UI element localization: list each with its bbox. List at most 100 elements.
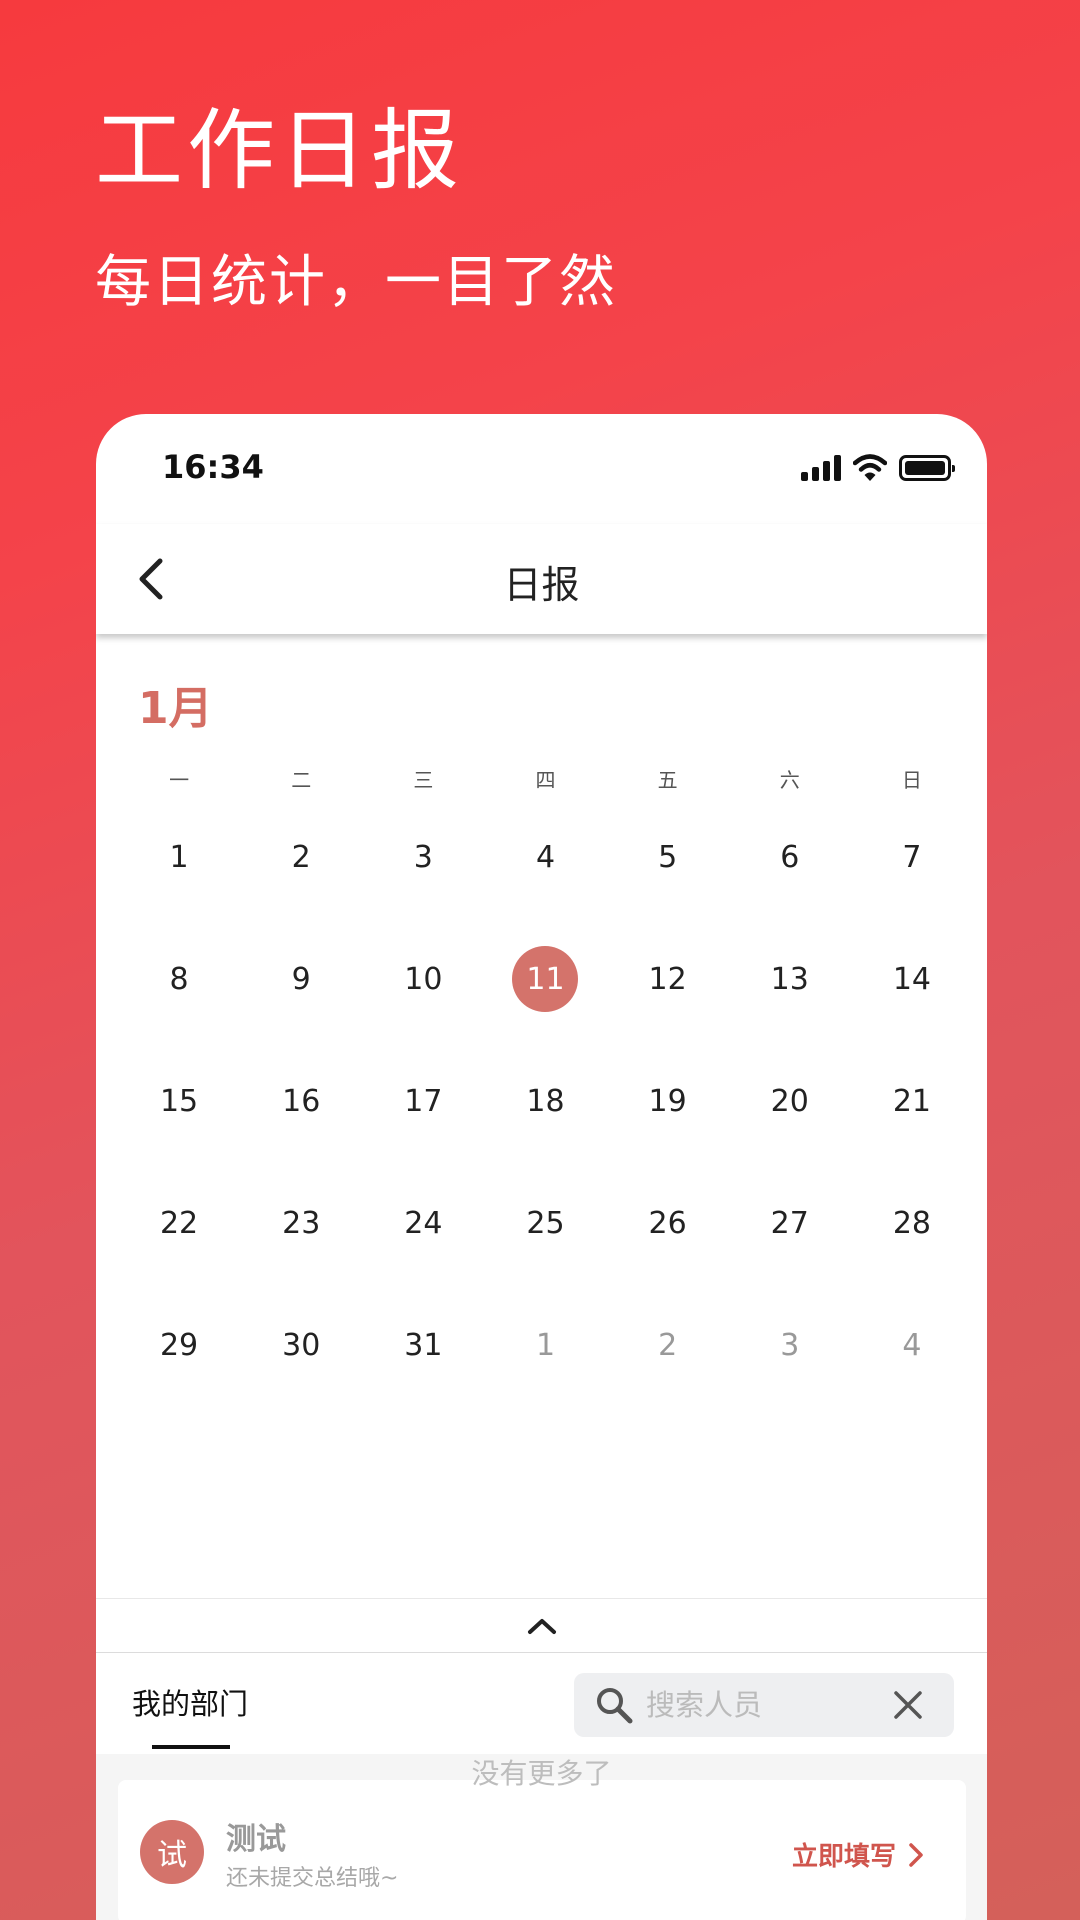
- calendar-day-label: 1: [169, 839, 189, 875]
- status-time: 16:34: [162, 448, 264, 486]
- calendar-day[interactable]: 2: [240, 796, 362, 918]
- calendar-day[interactable]: 18: [484, 1040, 606, 1162]
- list-item[interactable]: 试 测试 还未提交总结哦~ 立即填写: [118, 1780, 966, 1920]
- calendar-day-label: 23: [282, 1205, 321, 1241]
- calendar-day[interactable]: 15: [118, 1040, 240, 1162]
- promo-subtitle: 每日统计，一目了然: [95, 250, 617, 315]
- calendar-day[interactable]: 1: [118, 796, 240, 918]
- calendar-day-label: 10: [404, 961, 443, 997]
- item-name: 测试: [226, 1822, 286, 1857]
- calendar-day[interactable]: 17: [362, 1040, 484, 1162]
- item-subtitle: 还未提交总结哦~: [226, 1866, 399, 1891]
- tab-active-indicator: [152, 1745, 230, 1749]
- calendar-day-label: 15: [159, 1083, 199, 1119]
- search-input[interactable]: [646, 1688, 866, 1722]
- calendar-day-label: 22: [159, 1205, 199, 1241]
- signal-icon: [801, 455, 841, 481]
- page-title: 日报: [503, 563, 580, 607]
- calendar: 1月 一二三四五六日 1 2 3 4 5 6 7 8 9 10 11 12 13 14 15 16 17 18 19…: [96, 636, 987, 1363]
- calendar-day-label: 6: [780, 839, 800, 875]
- status-icons: [801, 454, 955, 482]
- calendar-day-label: 26: [648, 1205, 687, 1241]
- calendar-day-label: 20: [770, 1083, 809, 1119]
- calendar-day[interactable]: 2: [607, 1284, 729, 1406]
- calendar-day-label: 24: [404, 1205, 443, 1241]
- calendar-day-label: 17: [404, 1083, 443, 1119]
- search-icon: [597, 1688, 633, 1724]
- calendar-collapse-button[interactable]: [96, 1598, 987, 1652]
- calendar-day-label: 8: [169, 961, 189, 997]
- calendar-day[interactable]: 12: [607, 918, 729, 1040]
- chevron-up-icon: [527, 1618, 556, 1634]
- calendar-day-label: 21: [892, 1083, 932, 1119]
- calendar-day-label: 13: [770, 961, 809, 997]
- calendar-day[interactable]: 6: [729, 796, 851, 918]
- calendar-day[interactable]: 5: [607, 796, 729, 918]
- calendar-day-label: 7: [902, 839, 922, 875]
- calendar-day[interactable]: 25: [484, 1162, 606, 1284]
- calendar-day-label: 4: [535, 839, 556, 875]
- fill-now-label: 立即填写: [791, 1842, 896, 1872]
- navbar: 日报: [96, 524, 987, 634]
- calendar-day[interactable]: 31: [362, 1284, 484, 1406]
- wifi-icon: [853, 454, 887, 481]
- calendar-day[interactable]: 20: [729, 1040, 851, 1162]
- calendar-day[interactable]: 30: [240, 1284, 362, 1406]
- weekday-label: 三: [413, 768, 434, 792]
- calendar-day[interactable]: 3: [362, 796, 484, 918]
- calendar-day[interactable]: 13: [729, 918, 851, 1040]
- weekday-label: 日: [901, 768, 922, 792]
- calendar-day-label: 2: [291, 839, 311, 875]
- calendar-day[interactable]: 14: [851, 918, 973, 1040]
- calendar-day[interactable]: 1: [484, 1284, 606, 1406]
- weekday-label: 二: [291, 768, 312, 792]
- weekday-label: 五: [657, 768, 678, 792]
- calendar-day[interactable]: 21: [851, 1040, 973, 1162]
- weekday-label: 四: [535, 768, 556, 792]
- calendar-day-selected[interactable]: 11: [484, 918, 606, 1040]
- calendar-day[interactable]: 9: [240, 918, 362, 1040]
- calendar-day-label: 19: [648, 1083, 687, 1119]
- calendar-day-label: 3: [780, 1327, 800, 1363]
- close-icon[interactable]: [892, 1689, 924, 1721]
- calendar-day[interactable]: 4: [484, 796, 606, 918]
- calendar-day-label: 3: [413, 839, 433, 875]
- calendar-day-label: 31: [404, 1327, 443, 1363]
- calendar-day[interactable]: 4: [851, 1284, 973, 1406]
- search-box[interactable]: [574, 1673, 954, 1737]
- calendar-day[interactable]: 8: [118, 918, 240, 1040]
- calendar-day-label: 14: [892, 961, 932, 997]
- avatar: 试: [140, 1820, 204, 1884]
- weekday-label: 六: [779, 768, 800, 792]
- calendar-day-label: 28: [892, 1205, 932, 1241]
- calendar-day[interactable]: 24: [362, 1162, 484, 1284]
- battery-icon: [899, 455, 955, 481]
- calendar-day[interactable]: 28: [851, 1162, 973, 1284]
- calendar-day[interactable]: 27: [729, 1162, 851, 1284]
- calendar-day-label: 29: [159, 1327, 199, 1363]
- calendar-day-label: 1: [535, 1327, 556, 1363]
- calendar-day[interactable]: 10: [362, 918, 484, 1040]
- promo-title: 工作日报: [95, 99, 464, 202]
- calendar-day[interactable]: 29: [118, 1284, 240, 1406]
- calendar-day[interactable]: 23: [240, 1162, 362, 1284]
- calendar-day-label: 2: [658, 1327, 678, 1363]
- calendar-day-label: 9: [291, 961, 311, 997]
- tab-my-department[interactable]: 我的部门: [132, 1681, 248, 1723]
- status-bar: 16:34: [96, 414, 987, 524]
- fill-now-button[interactable]: 立即填写: [792, 1836, 924, 1873]
- chevron-right-icon: [909, 1842, 923, 1867]
- calendar-day[interactable]: 3: [729, 1284, 851, 1406]
- list-footer: 没有更多了: [471, 1757, 612, 1790]
- weekday-header: 一二三四五六日: [118, 764, 973, 793]
- calendar-day-label: 18: [526, 1083, 565, 1119]
- calendar-day-label: 5: [658, 839, 678, 875]
- calendar-day[interactable]: 16: [240, 1040, 362, 1162]
- month-label: 1月: [138, 683, 213, 734]
- calendar-day[interactable]: 22: [118, 1162, 240, 1284]
- calendar-day[interactable]: 26: [607, 1162, 729, 1284]
- calendar-day[interactable]: 7: [851, 796, 973, 918]
- weekday-label: 一: [169, 768, 190, 792]
- calendar-day-label: 11: [512, 946, 579, 1012]
- calendar-day[interactable]: 19: [607, 1040, 729, 1162]
